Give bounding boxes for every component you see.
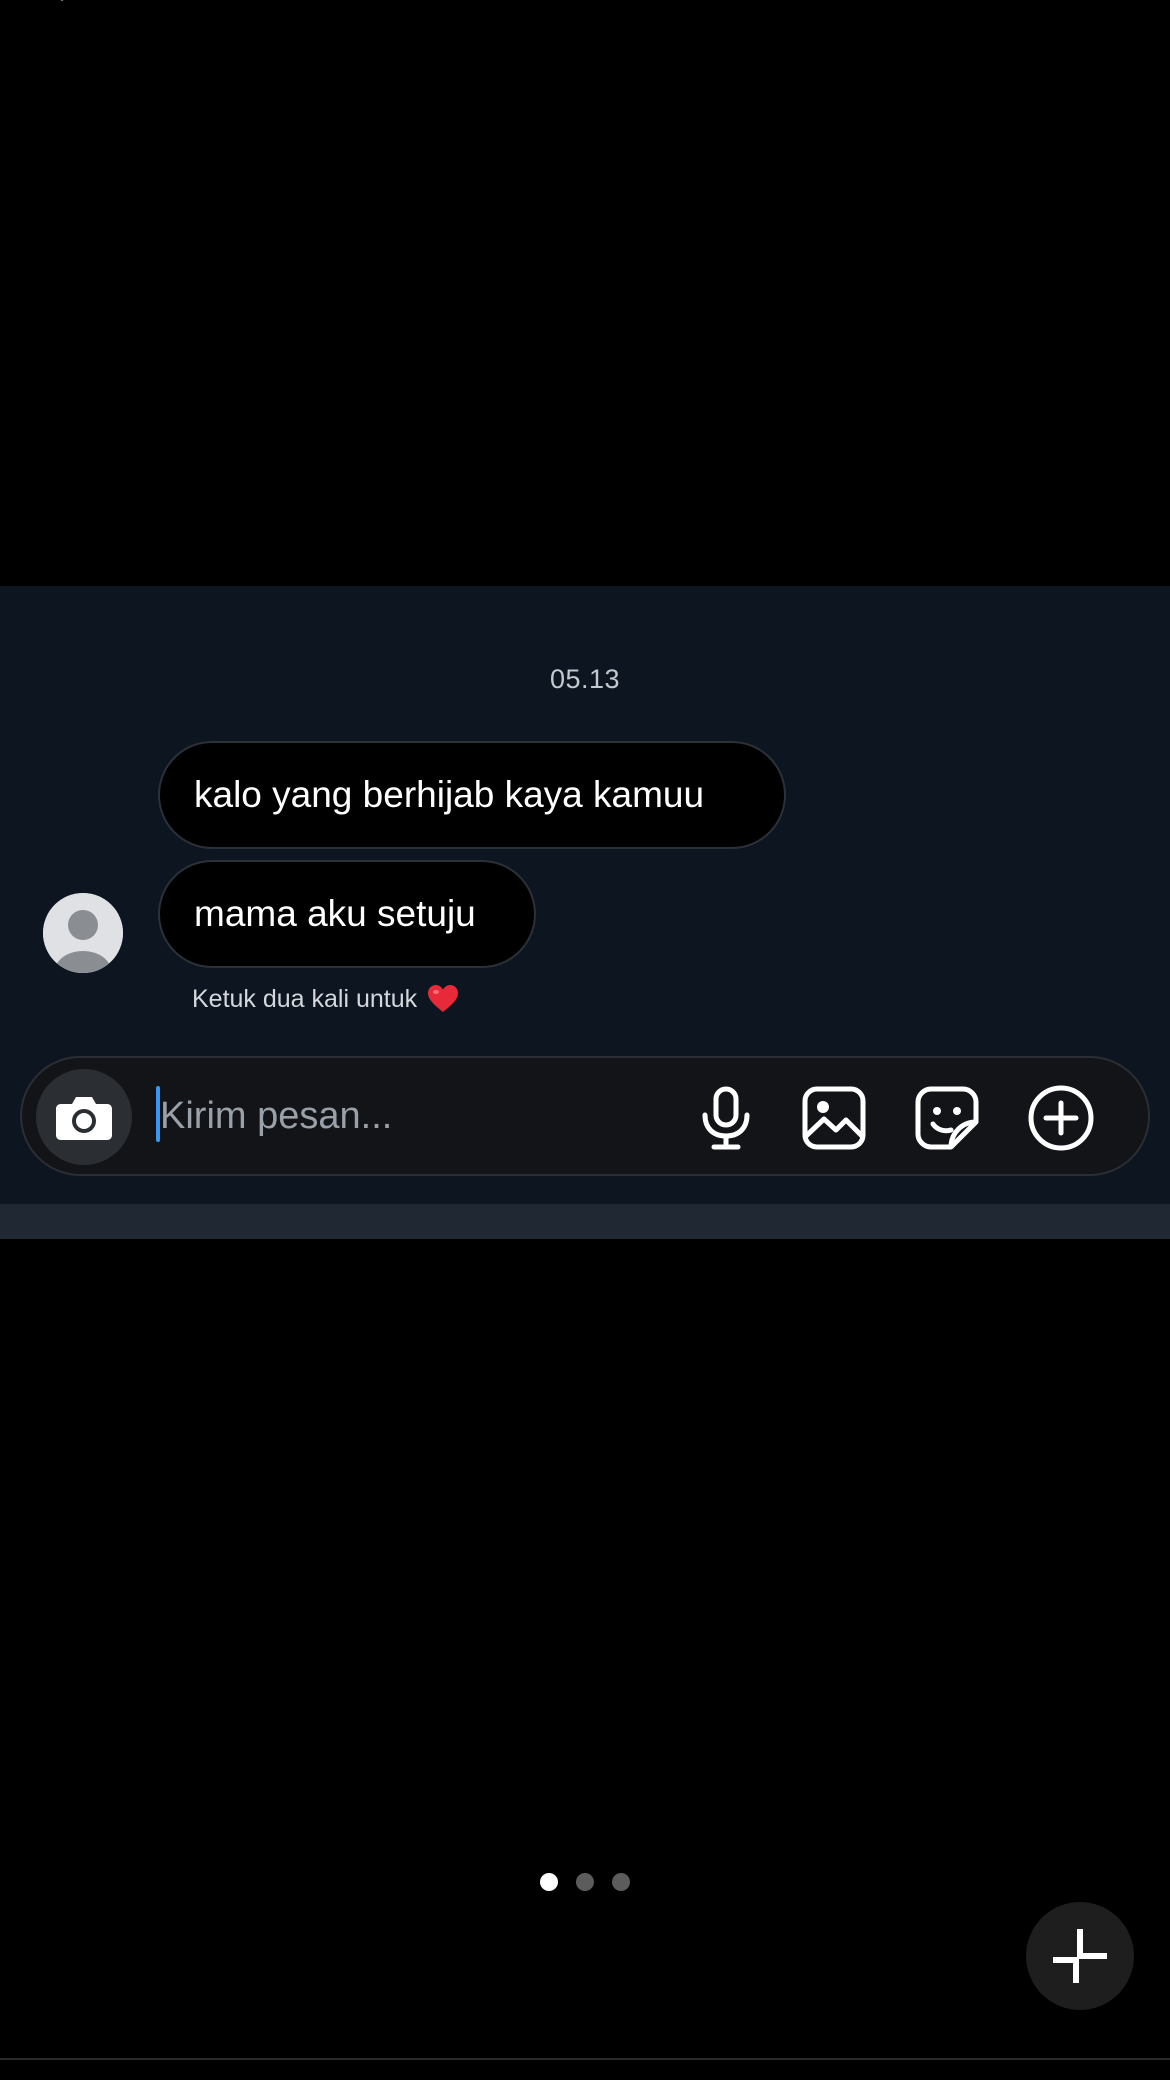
back-chevron-icon[interactable] bbox=[52, 0, 92, 10]
page-dot[interactable] bbox=[612, 1873, 630, 1891]
camera-icon bbox=[56, 1097, 112, 1140]
message-timestamp: 05.13 bbox=[549, 664, 621, 694]
heart-icon bbox=[428, 985, 459, 1012]
microphone-icon bbox=[702, 1086, 750, 1150]
default-avatar-icon bbox=[43, 893, 123, 973]
minimize-button[interactable] bbox=[1026, 1902, 1134, 2010]
divider bbox=[0, 2058, 1170, 2060]
page-indicator bbox=[540, 1873, 630, 1891]
page-dot-active[interactable] bbox=[540, 1873, 558, 1891]
gallery-button[interactable] bbox=[798, 1082, 870, 1154]
camera-button[interactable] bbox=[36, 1069, 132, 1165]
plus-circle-icon bbox=[1028, 1085, 1094, 1151]
message-bubble[interactable]: kalo yang berhijab kaya kamuu bbox=[158, 741, 786, 849]
sticker-button[interactable] bbox=[911, 1082, 983, 1154]
sticker-icon bbox=[915, 1086, 979, 1150]
page-dot[interactable] bbox=[576, 1873, 594, 1891]
message-text: mama aku setuju bbox=[194, 893, 476, 934]
screenshot-bottom-strip bbox=[0, 1204, 1170, 1239]
chat-screenshot: 05.13 kalo yang berhijab kaya kamuu mama… bbox=[0, 586, 1170, 1239]
avatar[interactable] bbox=[43, 893, 123, 973]
microphone-button[interactable] bbox=[690, 1082, 762, 1154]
message-composer bbox=[20, 1056, 1150, 1176]
minimize-icon bbox=[1053, 1929, 1107, 1983]
double-tap-hint: Ketuk dua kali untuk bbox=[192, 984, 459, 1014]
gallery-icon bbox=[802, 1086, 866, 1150]
more-options-button[interactable] bbox=[1025, 1082, 1097, 1154]
message-text: kalo yang berhijab kaya kamuu bbox=[194, 774, 705, 815]
double-tap-hint-text: Ketuk dua kali untuk bbox=[192, 984, 418, 1013]
message-input[interactable] bbox=[156, 1082, 660, 1150]
message-bubble[interactable]: mama aku setuju bbox=[158, 860, 536, 968]
